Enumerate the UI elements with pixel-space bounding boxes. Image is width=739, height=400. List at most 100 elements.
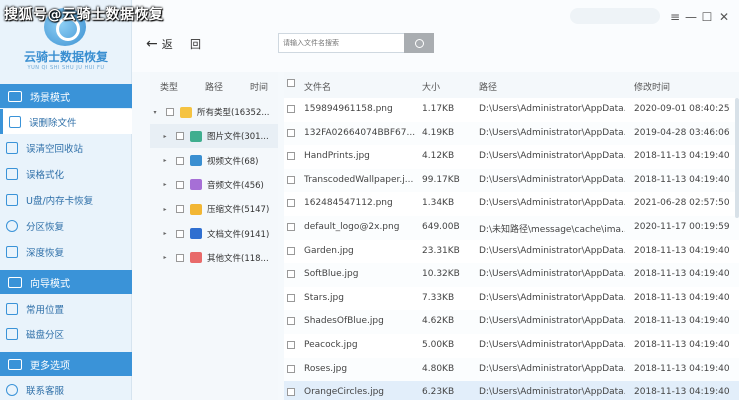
table-row[interactable]: default_logo@2x.png 649.00B D:\未知路径\messag…: [284, 216, 739, 240]
column-header-path[interactable]: 路径: [479, 80, 497, 93]
table-row[interactable]: Peacock.jpg 5.00KB D:\Users\Administrator\…: [284, 334, 739, 358]
tree-item-checkbox[interactable]: [176, 205, 184, 214]
search-button[interactable]: [404, 33, 434, 53]
maximize-button[interactable]: ☐: [700, 10, 714, 24]
sidebar-item-partition-recovery[interactable]: 分区恢复: [0, 213, 132, 238]
column-header-name[interactable]: 文件名: [304, 80, 331, 93]
expand-arrow-icon[interactable]: ▸: [160, 230, 170, 237]
search-input[interactable]: [279, 34, 399, 52]
tree-item[interactable]: ▸ 文档文件(9141): [150, 222, 278, 246]
expand-arrow-icon[interactable]: ▸: [160, 181, 170, 188]
tree-item[interactable]: ▸ 其他文件(118...: [150, 246, 278, 270]
table-row[interactable]: Stars.jpg 7.33KB D:\Users\Administrator\Ap…: [284, 287, 739, 311]
partition-icon: [6, 219, 18, 232]
row-checkbox[interactable]: [287, 317, 295, 326]
row-checkbox[interactable]: [287, 152, 295, 161]
expand-arrow-icon[interactable]: ▸: [160, 133, 170, 140]
row-checkbox[interactable]: [287, 364, 295, 373]
tree-item[interactable]: ▸ 音频文件(456): [150, 173, 278, 197]
back-button[interactable]: ← 返: [146, 36, 173, 52]
sidebar-item-contact-support[interactable]: 联系客服: [0, 377, 132, 400]
back-label: 返: [161, 38, 173, 51]
table-row[interactable]: 162484547112.png 1.34KB D:\Users\Administr…: [284, 192, 739, 216]
sidebar-item-label: 联系客服: [26, 385, 65, 397]
tree-item[interactable]: ▸ 压缩文件(5147): [150, 197, 278, 221]
select-all-checkbox[interactable]: [287, 79, 295, 87]
tree-item[interactable]: ▾ 所有类型(16352...: [150, 100, 278, 124]
tree-header-time[interactable]: 时间: [250, 80, 268, 93]
file-type-tree: 类型 路径 时间 ▾ 所有类型(16352... ▸ 图片文件(301... ▸ 视频文件…: [150, 72, 278, 400]
tree-item-checkbox[interactable]: [176, 180, 184, 189]
sidebar-item-disk-partition[interactable]: 磁盘分区: [0, 321, 132, 346]
folder-icon: [180, 106, 192, 118]
row-checkbox[interactable]: [287, 199, 295, 208]
column-header-size[interactable]: 大小: [422, 80, 440, 93]
sidebar-item-label: 磁盘分区: [26, 329, 65, 341]
table-row[interactable]: Roses.jpg 4.80KB D:\Users\Administrator\Ap…: [284, 357, 739, 382]
section-more-options[interactable]: 更多选项: [0, 352, 132, 376]
cell-modified: 2019-04-28 03:46:06: [634, 127, 730, 138]
table-row[interactable]: ShadesOfBlue.jpg 4.62KB D:\Users\Administr…: [284, 310, 739, 334]
sidebar-item-common-locations[interactable]: 常用位置: [0, 296, 132, 321]
tree-item-checkbox[interactable]: [176, 132, 184, 141]
cell-path: D:\Users\Administrator\AppData...: [479, 387, 625, 398]
table-row[interactable]: 159894961158.png 1.17KB D:\Users\Administr…: [284, 98, 739, 122]
expand-arrow-icon[interactable]: ▸: [160, 206, 170, 213]
tree-header-path[interactable]: 路径: [205, 80, 223, 93]
disk-icon: [6, 327, 18, 340]
row-checkbox[interactable]: [287, 293, 295, 302]
tree-item-checkbox[interactable]: [176, 156, 184, 165]
expand-arrow-icon[interactable]: ▾: [150, 109, 160, 116]
tree-item-checkbox[interactable]: [166, 108, 174, 116]
column-header-modified[interactable]: 修改时间: [634, 80, 670, 93]
toolbar: ← 返 回 ≡ — ☐ ✕: [132, 0, 739, 72]
row-checkbox[interactable]: [287, 223, 295, 231]
sidebar-item-label: 分区恢复: [26, 221, 65, 233]
close-button[interactable]: ✕: [717, 10, 731, 24]
table-header: 文件名 大小 路径 修改时间: [284, 72, 739, 98]
cell-name: ShadesOfBlue.jpg: [304, 316, 384, 327]
cell-path: D:\Users\Administrator\AppData...: [479, 174, 625, 185]
sidebar-item-deep-recovery[interactable]: 深度恢复: [0, 239, 132, 264]
tree-item[interactable]: ▸ 视频文件(68): [150, 149, 278, 173]
row-checkbox[interactable]: [287, 175, 295, 184]
cell-name: SoftBlue.jpg: [304, 269, 359, 280]
tree-item-checkbox[interactable]: [176, 229, 184, 238]
row-checkbox[interactable]: [287, 105, 295, 113]
cell-size: 4.19KB: [422, 127, 455, 138]
table-row[interactable]: TranscodedWallpaper.j... 99.17KB D:\Users\…: [284, 168, 739, 193]
row-checkbox[interactable]: [287, 388, 295, 397]
section-scene-mode[interactable]: 场景模式: [0, 84, 132, 108]
table-row[interactable]: 132FA02664074BBF67... 4.19KB D:\Users\Admi…: [284, 121, 739, 146]
expand-arrow-icon[interactable]: ▸: [160, 157, 170, 164]
table-row[interactable]: HandPrints.jpg 4.12KB D:\Users\Administrat…: [284, 145, 739, 169]
brand-subtitle: YUN QI SHI SHU JU HUI FU: [27, 65, 105, 71]
expand-arrow-icon[interactable]: ▸: [160, 254, 170, 261]
cell-path: D:\Users\Administrator\AppData...: [479, 292, 625, 303]
minimize-button[interactable]: —: [684, 10, 698, 24]
cell-modified: 2018-11-13 04:19:40: [634, 174, 730, 185]
back-arrow-icon: ←: [146, 36, 158, 52]
cell-path: D:\Users\Administrator\AppData...: [479, 127, 625, 138]
menu-button[interactable]: ≡: [668, 10, 682, 24]
home-button[interactable]: 回: [190, 36, 201, 52]
folder-icon: [190, 203, 202, 215]
sidebar-item-recycle-bin[interactable]: 误清空回收站: [0, 135, 132, 160]
table-row[interactable]: OrangeCircles.jpg 6.23KB D:\Users\Administ…: [284, 381, 739, 400]
sidebar-item-format[interactable]: 误格式化: [0, 161, 132, 186]
cell-path: D:\Users\Administrator\AppData...: [479, 151, 625, 162]
user-avatar[interactable]: [570, 8, 660, 24]
tree-item[interactable]: ▸ 图片文件(301...: [150, 124, 278, 149]
table-scrollbar[interactable]: [735, 98, 739, 218]
sidebar-item-usb-recovery[interactable]: U盘/内存卡恢复: [0, 187, 132, 212]
sidebar-item-deleted-files[interactable]: 误删除文件: [0, 109, 132, 134]
table-row[interactable]: Garden.jpg 23.31KB D:\Users\Administrator\…: [284, 240, 739, 264]
table-row[interactable]: SoftBlue.jpg 10.32KB D:\Users\Administrato…: [284, 263, 739, 287]
tree-header-type[interactable]: 类型: [160, 80, 178, 93]
row-checkbox[interactable]: [287, 128, 295, 137]
row-checkbox[interactable]: [287, 246, 295, 255]
section-guide-mode[interactable]: 向导模式: [0, 270, 132, 294]
tree-item-checkbox[interactable]: [176, 253, 184, 262]
row-checkbox[interactable]: [287, 341, 295, 349]
row-checkbox[interactable]: [287, 270, 295, 279]
